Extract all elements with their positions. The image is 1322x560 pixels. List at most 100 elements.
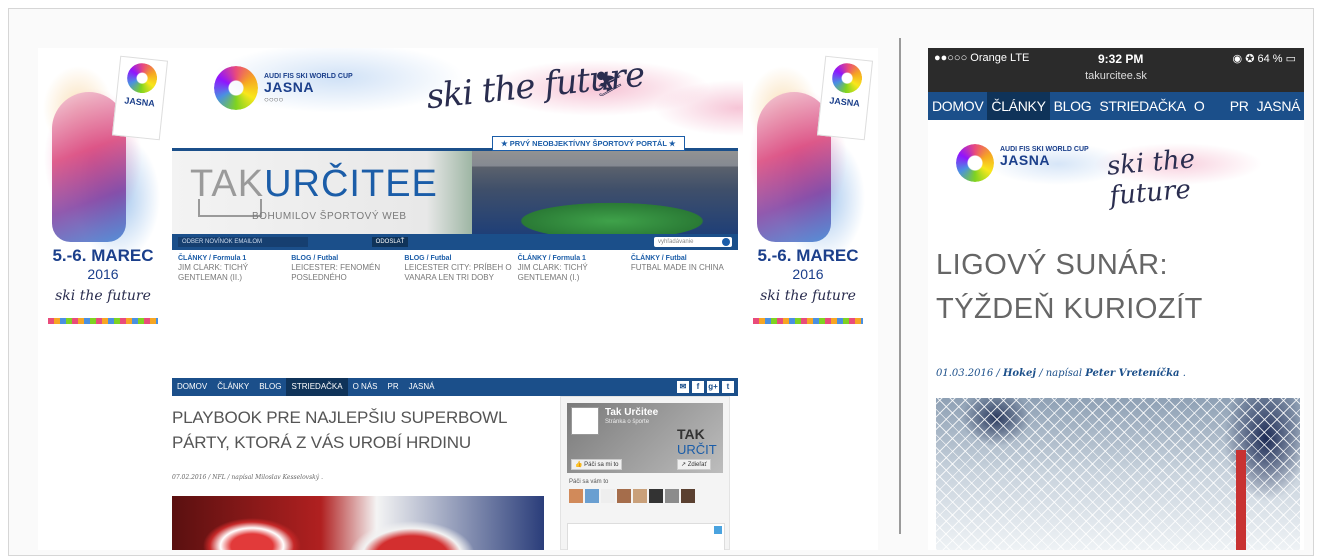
news-item[interactable]: BLOG / Futbal LEICESTER: FENOMÉN POSLEDN… xyxy=(291,254,398,304)
nav-item-striedacka[interactable]: STRIEDAČKA xyxy=(1095,92,1189,120)
latest-news: ČLÁNKY / Formula 1 JIM CLARK: TICHÝ GENT… xyxy=(172,254,738,304)
right-side-banner[interactable]: JASNA 5.-6. MAREC 2016 ski the future xyxy=(743,48,873,330)
facebook-page-header[interactable]: Tak Určitee Stránka o športe TAK URČIT 👍… xyxy=(567,403,723,473)
site-tagline: ★ PRVÝ NEOBJEKTÍVNY ŠPORTOVÝ PORTÁL ★ xyxy=(492,136,685,151)
mockup-divider xyxy=(899,38,901,534)
search-icon[interactable] xyxy=(722,238,730,246)
facebook-icon[interactable]: f xyxy=(692,381,704,393)
side-logo-text: JASNA xyxy=(123,95,156,109)
news-category[interactable]: BLOG / Futbal xyxy=(291,254,398,263)
nav-item-o-nas[interactable]: O NÁS xyxy=(1190,92,1226,142)
facebook-widget: Tak Určitee Stránka o športe TAK URČIT 👍… xyxy=(560,396,730,550)
article-image[interactable] xyxy=(172,496,544,550)
mobile-ad-banner[interactable]: AUDI FIS SKI WORLD CUP JASNA ski the fut… xyxy=(938,134,1284,212)
friends-avatars xyxy=(569,489,695,503)
site-subtitle: BOHUMILOV ŠPORTOVÝ WEB xyxy=(252,211,407,222)
article-date: 01.03.2016 / xyxy=(936,368,1003,379)
nav-item-domov[interactable]: DOMOV xyxy=(928,92,987,120)
news-item[interactable]: ČLÁNKY / Futbal FUTBAL MADE IN CHINA xyxy=(631,254,738,304)
article-author-link[interactable]: Peter Vreteníčka xyxy=(1085,368,1179,379)
event-date: 5.-6. MAREC 2016 xyxy=(38,246,168,282)
desktop-mockup: AUDI FIS SKI WORLD CUP JASNA ○○○○ ski th… xyxy=(38,48,878,550)
nav-item-clanky[interactable]: ČLÁNKY xyxy=(987,92,1050,120)
side-event-logo: JASNA xyxy=(816,55,873,141)
friend-avatar[interactable] xyxy=(649,489,663,503)
nav-item-blog[interactable]: BLOG xyxy=(254,378,286,396)
news-category[interactable]: BLOG / Futbal xyxy=(404,254,511,263)
nav-item-striedacka[interactable]: STRIEDAČKA xyxy=(286,378,348,396)
friend-avatar[interactable] xyxy=(665,489,679,503)
news-category[interactable]: ČLÁNKY / Formula 1 xyxy=(178,254,285,263)
ski-slogan: ski the future xyxy=(1105,144,1197,212)
nav-item-blog[interactable]: BLOG xyxy=(1050,92,1096,120)
site-header: TAKURČITEE BOHUMILOV ŠPORTOVÝ WEB xyxy=(172,148,738,234)
google-plus-icon[interactable]: g+ xyxy=(707,381,719,393)
article-title[interactable]: LIGOVÝ SUNÁR: TÝŽDEŇ KURIOZÍT xyxy=(936,244,1276,331)
facebook-share-button[interactable]: ↗ Zdieľať xyxy=(677,459,711,470)
battery-indicator: ◉ ✪ 64 % ▭ xyxy=(1232,53,1296,65)
news-category[interactable]: ČLÁNKY / Formula 1 xyxy=(518,254,625,263)
news-title[interactable]: FUTBAL MADE IN CHINA xyxy=(631,263,738,273)
nav-item-clanky[interactable]: ČLÁNKY xyxy=(212,378,254,396)
nav-item-domov[interactable]: DOMOV xyxy=(172,378,212,396)
friend-avatar[interactable] xyxy=(617,489,631,503)
mail-icon[interactable]: ✉ xyxy=(677,381,689,393)
nav-item-o-nas[interactable]: O NÁS xyxy=(348,378,383,396)
news-title[interactable]: JIM CLARK: TICHÝ GENTLEMAN (I.) xyxy=(518,263,625,284)
article-by: / napísal xyxy=(1036,368,1086,379)
newsletter-input[interactable]: ODBER NOVÍNOK EMAILOM xyxy=(178,237,308,247)
friends-label: Páči sa vám to xyxy=(569,479,609,485)
side-logo-text: JASNA xyxy=(828,95,861,109)
newsletter-search-bar: ODBER NOVÍNOK EMAILOM ODOSLAŤ vyhľadávan… xyxy=(172,234,738,250)
news-title[interactable]: JIM CLARK: TICHÝ GENTLEMAN (II.) xyxy=(178,263,285,284)
friend-avatar[interactable] xyxy=(569,489,583,503)
facebook-like-button[interactable]: 👍 Páči sa mi to xyxy=(571,459,623,470)
main-nav: DOMOV ČLÁNKY BLOG STRIEDAČKA O NÁS PR JA… xyxy=(172,378,738,396)
news-category[interactable]: ČLÁNKY / Futbal xyxy=(631,254,738,263)
nav-item-pr[interactable]: PR xyxy=(383,378,404,396)
event-date-days: 5.-6. MAREC xyxy=(757,246,859,265)
carrier-signal: ●●○○○ Orange LTE xyxy=(934,52,1030,64)
news-item[interactable]: ČLÁNKY / Formula 1 JIM CLARK: TICHÝ GENT… xyxy=(178,254,285,304)
search-input[interactable]: vyhľadávanie xyxy=(654,237,732,247)
news-title[interactable]: LEICESTER CITY: PRÍBEH O VANARA LEN TRI … xyxy=(404,263,511,284)
twitter-icon[interactable]: t xyxy=(722,381,734,393)
newsletter-submit-button[interactable]: ODOSLAŤ xyxy=(372,237,408,247)
hockey-article-image[interactable] xyxy=(936,398,1300,550)
news-item[interactable]: BLOG / Futbal LEICESTER CITY: PRÍBEH O V… xyxy=(404,254,511,304)
event-title: JASNA xyxy=(264,78,314,95)
event-title: JASNA xyxy=(1000,152,1050,168)
goal-post xyxy=(1236,450,1246,550)
search-placeholder: vyhľadávanie xyxy=(658,239,694,245)
flower-logo-icon xyxy=(956,144,994,182)
flower-logo-icon xyxy=(830,61,864,95)
url-bar[interactable]: takurcitee.sk xyxy=(928,70,1304,82)
ad-box[interactable] xyxy=(567,523,725,550)
friend-avatar[interactable] xyxy=(681,489,695,503)
triangle-pattern xyxy=(753,318,863,324)
news-title[interactable]: LEICESTER: FENOMÉN POSLEDNÉHO xyxy=(291,263,398,284)
mobile-nav: DOMOV ČLÁNKY BLOG STRIEDAČKA O NÁS PR JA… xyxy=(928,92,1304,142)
friend-avatar[interactable] xyxy=(633,489,647,503)
nav-item-jasna[interactable]: JASNÁ xyxy=(404,378,440,396)
friend-avatar[interactable] xyxy=(601,489,615,503)
article-title[interactable]: PLAYBOOK PRE NAJLEPŠIU SUPERBOWL PÁRTY, … xyxy=(172,406,552,455)
site-logo[interactable]: TAKURČITEE xyxy=(190,165,438,203)
nav-item-jasna[interactable]: JASNÁ xyxy=(1253,92,1304,120)
event-date-year: 2016 xyxy=(792,266,824,282)
friend-avatar[interactable] xyxy=(585,489,599,503)
mobile-mockup: ●●○○○ Orange LTE 9:32 PM ◉ ✪ 64 % ▭ taku… xyxy=(928,48,1304,550)
page-avatar xyxy=(571,407,599,435)
news-item[interactable]: ČLÁNKY / Formula 1 JIM CLARK: TICHÝ GENT… xyxy=(518,254,625,304)
flower-logo-icon xyxy=(214,66,258,110)
left-side-banner[interactable]: JASNA 5.-6. MAREC 2016 ski the future xyxy=(38,48,168,330)
ad-close-icon[interactable] xyxy=(714,526,722,534)
nav-item-pr[interactable]: PR xyxy=(1226,92,1253,120)
article-category-link[interactable]: Hokej xyxy=(1003,368,1036,379)
social-links: ✉ f g+ t xyxy=(677,381,734,393)
facebook-page-name[interactable]: Tak Určitee xyxy=(605,407,658,418)
article-meta: 07.02.2016 / NFL / napísal Miloslav Kess… xyxy=(172,474,323,481)
facebook-page-subtitle: Stránka o športe xyxy=(605,419,650,425)
side-slogan: ski the future xyxy=(760,288,856,304)
cover-text-tak: TAK xyxy=(677,426,705,442)
